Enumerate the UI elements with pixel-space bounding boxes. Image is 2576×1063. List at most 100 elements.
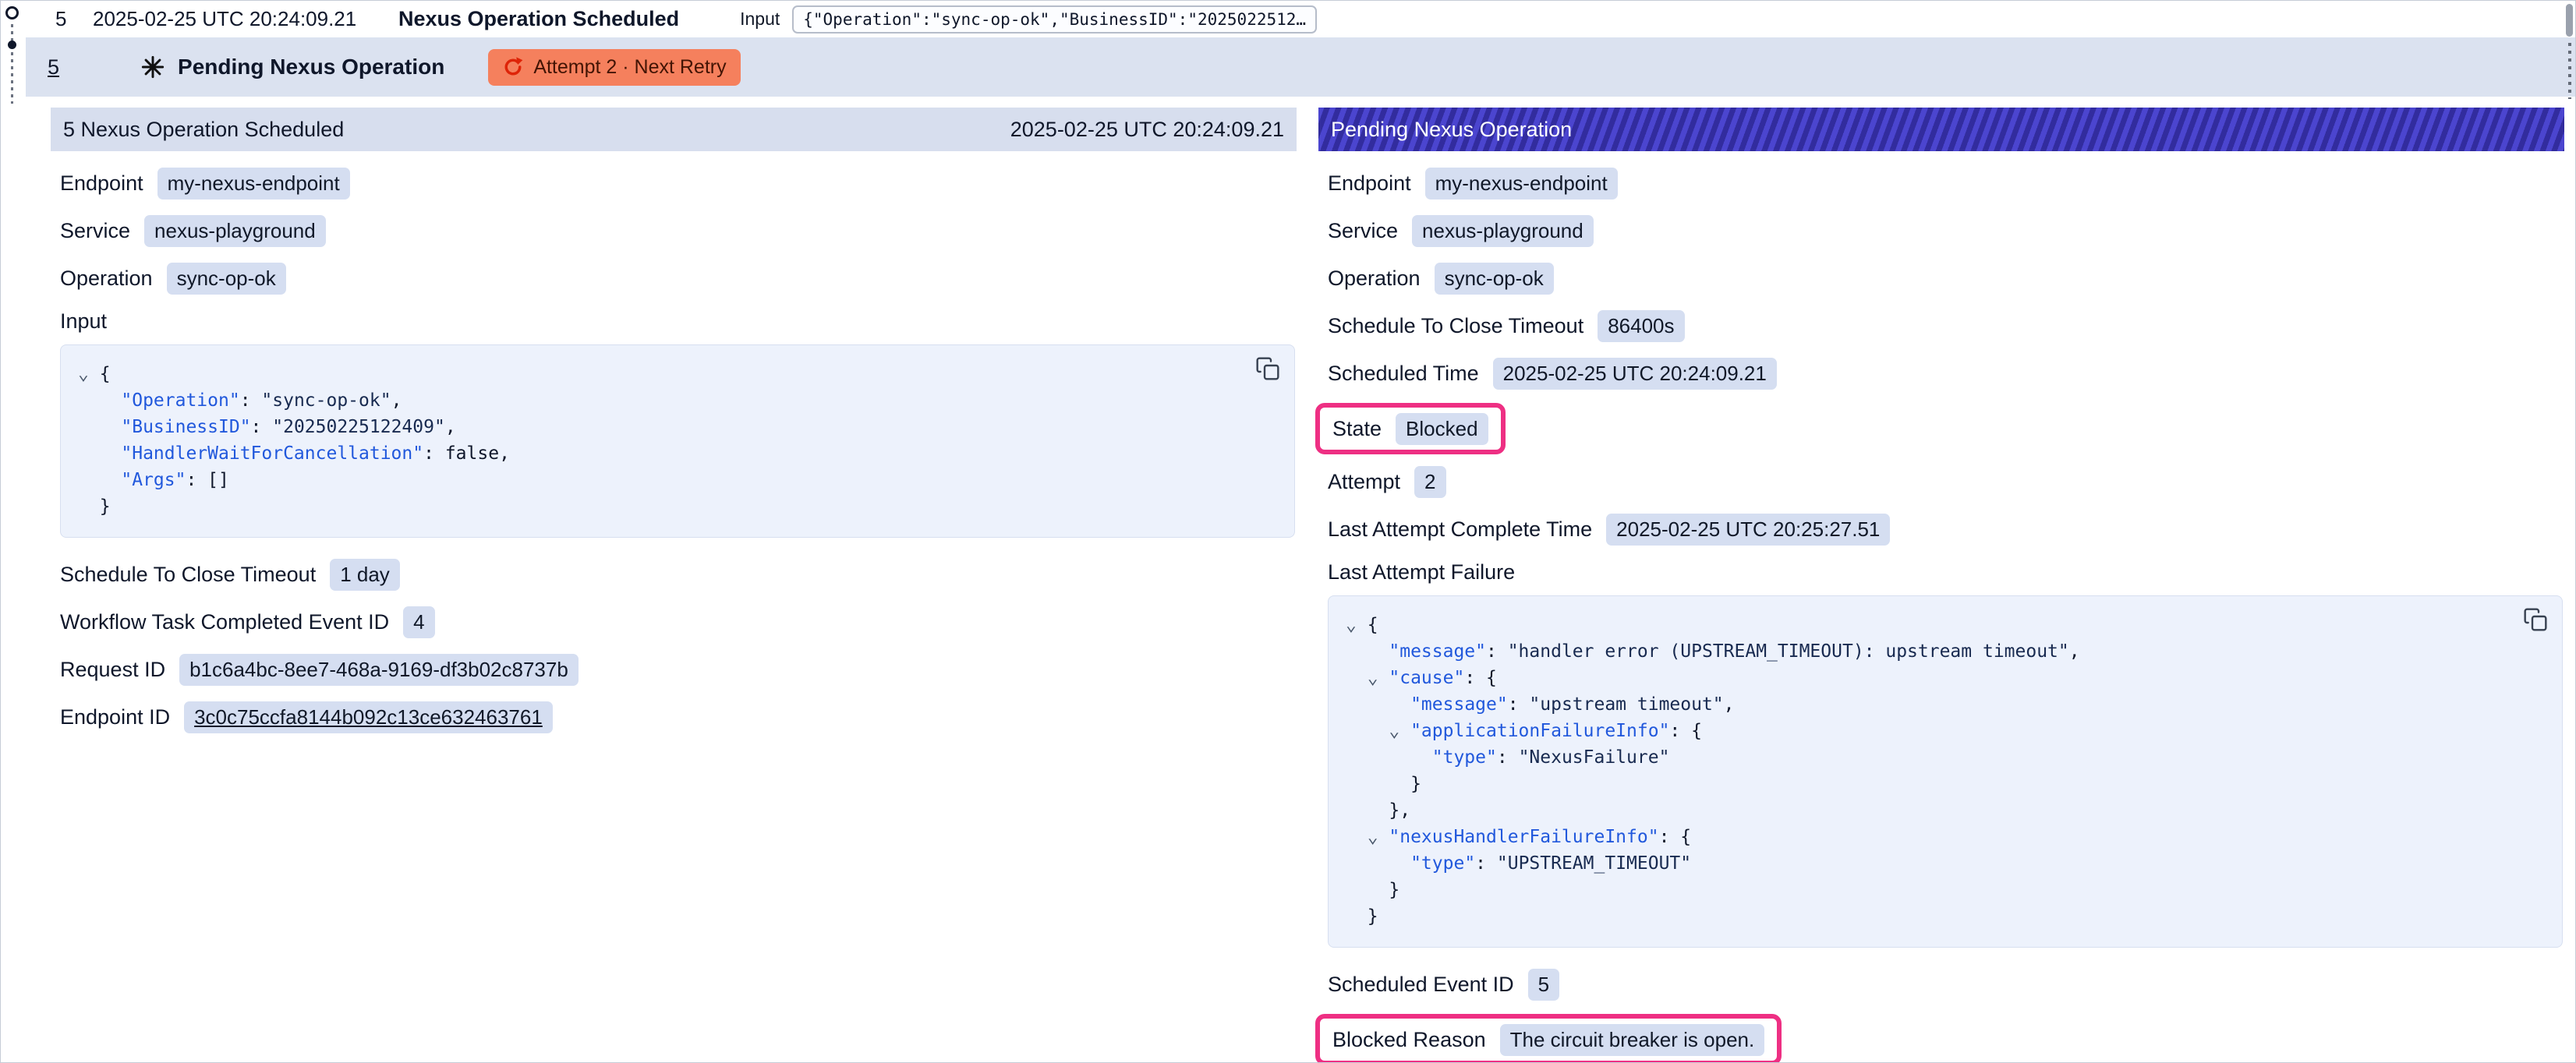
panel-timestamp: 2025-02-25 UTC 20:24:09.21: [1010, 118, 1284, 142]
field-value: nexus-playground: [144, 215, 326, 247]
state-highlight-annotation: State Blocked: [1315, 403, 1506, 454]
field-value: 2: [1414, 466, 1445, 498]
field-value: 5: [1528, 969, 1559, 1001]
field-label: Scheduled Time: [1328, 362, 1479, 386]
field-label: Endpoint: [1328, 171, 1411, 196]
field-label: Scheduled Event ID: [1328, 973, 1514, 997]
timeline-dot-icon: [8, 41, 16, 49]
field-value: my-nexus-endpoint: [1425, 168, 1618, 200]
copy-icon[interactable]: [1255, 356, 1280, 381]
state-badge: Blocked: [1396, 413, 1488, 445]
field-value: 2025-02-25 UTC 20:24:09.21: [1493, 358, 1777, 390]
field-schedule-to-close-timeout: Schedule To Close Timeout 86400s: [1328, 309, 2563, 342]
collapse-chevron-icon[interactable]: ⌄: [78, 361, 89, 387]
code-line: "BusinessID": "20250225122409",: [78, 414, 1240, 440]
field-label: Schedule To Close Timeout: [60, 563, 316, 587]
field-label: Endpoint ID: [60, 705, 170, 729]
event-title: Pending Nexus Operation: [178, 55, 444, 79]
pending-asterisk-icon: [140, 55, 165, 79]
field-schedule-to-close-timeout: Schedule To Close Timeout 1 day: [60, 558, 1295, 591]
field-operation: Operation sync-op-ok: [60, 262, 1295, 295]
code-line: ⌄"cause": {: [1346, 665, 2507, 691]
field-request-id: Request ID b1c6a4bc-8ee7-468a-9169-df3b0…: [60, 653, 1295, 686]
code-line: "message": "handler error (UPSTREAM_TIME…: [1346, 638, 2507, 665]
field-workflow-task-completed-event-id: Workflow Task Completed Event ID 4: [60, 606, 1295, 638]
field-label: Service: [60, 219, 130, 243]
code-line: "Operation": "sync-op-ok",: [78, 387, 1240, 414]
collapse-chevron-icon[interactable]: ⌄: [1368, 665, 1378, 691]
event-row-pending[interactable]: 5 Pending Nexus Operation Attempt: [26, 37, 2575, 97]
field-label: State: [1332, 417, 1382, 441]
field-endpoint: Endpoint my-nexus-endpoint: [60, 167, 1295, 200]
timeline-ring-icon: [5, 6, 19, 19]
field-label: Request ID: [60, 658, 165, 682]
field-label: Last Attempt Complete Time: [1328, 517, 1592, 542]
input-section-label: Input: [60, 309, 1295, 334]
input-preview-chip: {"Operation":"sync-op-ok","BusinessID":"…: [792, 5, 1317, 34]
field-endpoint: Endpoint my-nexus-endpoint: [1328, 167, 2563, 200]
collapse-chevron-icon[interactable]: ⌄: [1389, 718, 1399, 744]
workflow-history-screen: 5 2025-02-25 UTC 20:24:09.21 Nexus Opera…: [0, 0, 2576, 1063]
code-line: },: [1346, 797, 2507, 824]
field-attempt: Attempt 2: [1328, 465, 2563, 498]
code-line: ⌄{: [78, 361, 1240, 387]
blocked-reason-badge: The circuit breaker is open.: [1500, 1024, 1765, 1056]
retry-icon: [502, 56, 524, 78]
failure-json-viewer: ⌄{"message": "handler error (UPSTREAM_TI…: [1328, 595, 2563, 948]
event-id[interactable]: 5: [55, 7, 93, 31]
field-label: Operation: [60, 267, 153, 291]
code-line: "HandlerWaitForCancellation": false,: [78, 440, 1240, 467]
field-last-attempt-complete-time: Last Attempt Complete Time 2025-02-25 UT…: [1328, 513, 2563, 546]
panel-title: Pending Nexus Operation: [1331, 118, 1572, 142]
copy-icon[interactable]: [2523, 607, 2548, 632]
field-value: sync-op-ok: [1435, 263, 1554, 295]
retry-badge-label: Attempt 2 · Next Retry: [533, 56, 726, 79]
field-operation: Operation sync-op-ok: [1328, 262, 2563, 295]
field-service: Service nexus-playground: [1328, 214, 2563, 247]
code-line: }: [1346, 903, 2507, 930]
code-line: }: [1346, 877, 2507, 903]
code-line: "Args": []: [78, 467, 1240, 493]
collapse-chevron-icon[interactable]: ⌄: [1346, 612, 1357, 638]
input-label: Input: [740, 9, 780, 30]
failure-section-label: Last Attempt Failure: [1328, 560, 2563, 584]
field-label: Service: [1328, 219, 1398, 243]
pending-operation-header: Pending Nexus Operation: [1318, 108, 2564, 151]
field-value: sync-op-ok: [167, 263, 286, 295]
event-timestamp: 2025-02-25 UTC 20:24:09.21: [93, 7, 398, 31]
retry-badge: Attempt 2 · Next Retry: [488, 49, 740, 86]
code-line: }: [1346, 771, 2507, 797]
field-value: nexus-playground: [1412, 215, 1594, 247]
blocked-reason-highlight-annotation: Blocked Reason The circuit breaker is op…: [1315, 1014, 1782, 1063]
field-label: Attempt: [1328, 470, 1400, 494]
field-scheduled-time: Scheduled Time 2025-02-25 UTC 20:24:09.2…: [1328, 357, 2563, 390]
timeline-dotted-line: [11, 24, 13, 104]
field-state: State Blocked: [1332, 412, 1488, 445]
collapse-chevron-icon[interactable]: ⌄: [1368, 824, 1378, 850]
scrollbar-thumb[interactable]: [2566, 4, 2573, 37]
code-line: "message": "upstream timeout",: [1346, 691, 2507, 718]
field-scheduled-event-id: Scheduled Event ID 5: [1328, 968, 2563, 1001]
input-json-viewer: ⌄{"Operation": "sync-op-ok","BusinessID"…: [60, 344, 1295, 538]
vertical-scrollbar[interactable]: [2565, 2, 2574, 1061]
code-line: "type": "NexusFailure": [1346, 744, 2507, 771]
timeline-rail: [1, 1, 26, 118]
field-value: 4: [403, 606, 434, 638]
panel-title: 5 Nexus Operation Scheduled: [63, 118, 344, 142]
event-detail-header: 5 Nexus Operation Scheduled 2025-02-25 U…: [51, 108, 1297, 151]
field-label: Endpoint: [60, 171, 143, 196]
field-label: Workflow Task Completed Event ID: [60, 610, 389, 634]
pending-operation-panel: Pending Nexus Operation Endpoint my-nexu…: [1318, 108, 2564, 1063]
code-line: ⌄"applicationFailureInfo": {: [1346, 718, 2507, 744]
event-id-link[interactable]: 5: [48, 55, 59, 79]
field-service: Service nexus-playground: [60, 214, 1295, 247]
endpoint-id-link[interactable]: 3c0c75ccfa8144b092c13ce632463761: [184, 701, 553, 733]
field-value: 86400s: [1598, 310, 1684, 342]
field-endpoint-id: Endpoint ID 3c0c75ccfa8144b092c13ce63246…: [60, 701, 1295, 733]
event-row-scheduled[interactable]: 5 2025-02-25 UTC 20:24:09.21 Nexus Opera…: [26, 1, 2575, 37]
field-value: b1c6a4bc-8ee7-468a-9169-df3b02c8737b: [179, 654, 579, 686]
scrollbar-dots: [2568, 43, 2571, 99]
field-label: Blocked Reason: [1332, 1028, 1486, 1052]
field-value: 1 day: [330, 559, 400, 591]
field-label: Schedule To Close Timeout: [1328, 314, 1583, 338]
